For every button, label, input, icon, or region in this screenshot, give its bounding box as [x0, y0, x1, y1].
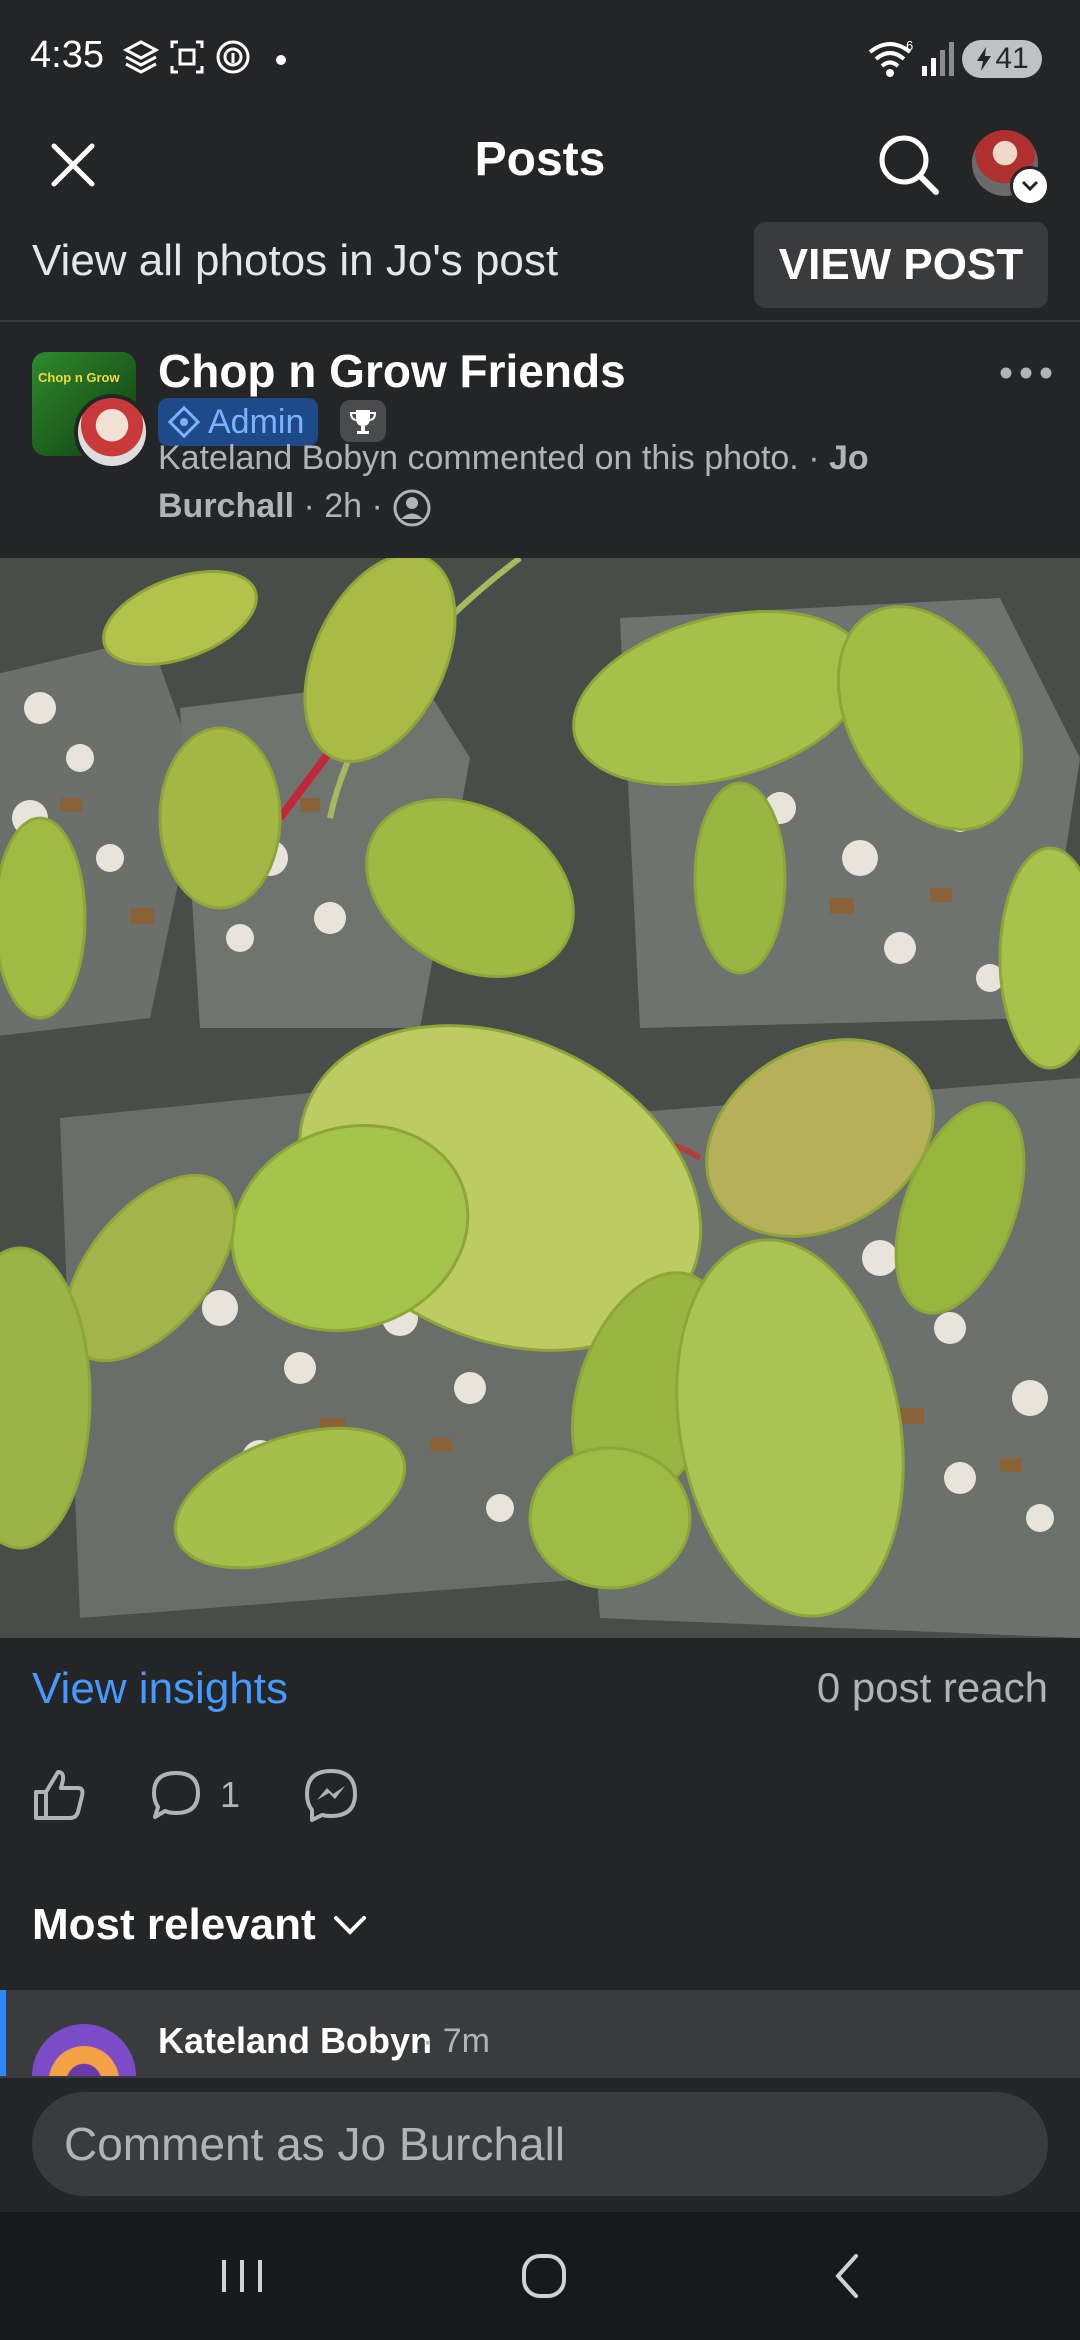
- post-photo[interactable]: [0, 558, 1080, 1638]
- group-name[interactable]: Chop n Grow Friends: [158, 344, 626, 398]
- comment-sort-dropdown[interactable]: Most relevant: [32, 1900, 368, 1950]
- plant-photo-image: [0, 558, 1080, 1638]
- back-icon: [835, 2254, 858, 2298]
- system-nav-bar: [0, 2212, 1080, 2340]
- back-button[interactable]: [816, 2246, 880, 2306]
- search-button[interactable]: [872, 128, 946, 202]
- recents-button[interactable]: [210, 2246, 274, 2306]
- post-time: · 2h ·: [294, 487, 393, 525]
- comment-highlight-bar: [0, 1990, 6, 2076]
- chevron-down-icon: [1021, 180, 1039, 192]
- comment-count: 1: [220, 1774, 241, 1815]
- battery-indicator: 41: [962, 40, 1042, 78]
- commenter-name[interactable]: Kateland Bobyn: [158, 2020, 432, 2062]
- view-post-button[interactable]: VIEW POST: [754, 222, 1048, 308]
- charging-icon: [977, 47, 992, 71]
- view-insights-link[interactable]: View insights: [32, 1664, 288, 1714]
- signal-icon: [922, 42, 954, 76]
- commenter-avatar[interactable]: [32, 2024, 136, 2076]
- battery-level: 41: [995, 42, 1029, 75]
- activity-text: Kateland Bobyn commented on this photo. …: [158, 439, 829, 477]
- stack-icon: [122, 40, 160, 74]
- svg-text:6: 6: [906, 38, 913, 53]
- privacy-members-icon[interactable]: [392, 488, 432, 528]
- comment-icon: [152, 1771, 200, 1819]
- comment-input[interactable]: [32, 2092, 1048, 2196]
- wifi-icon: 6: [868, 38, 913, 77]
- thumbs-up-icon: [34, 1770, 85, 1820]
- comment-item[interactable]: Kateland Bobyn · 7m: [0, 1990, 1080, 2076]
- search-icon: [879, 135, 939, 195]
- chevron-down-icon: [333, 1916, 366, 1935]
- author-avatar[interactable]: [74, 394, 150, 470]
- trophy-icon: [349, 410, 377, 434]
- comment-time: · 7m: [422, 2022, 490, 2060]
- nfc-icon: [216, 40, 250, 74]
- recents-icon: [222, 2260, 262, 2292]
- home-button[interactable]: [512, 2246, 576, 2306]
- comment-button[interactable]: 1: [148, 1766, 260, 1824]
- home-icon: [522, 2254, 566, 2298]
- screenshot-icon: [170, 40, 204, 74]
- divider: [0, 320, 1080, 322]
- dot-icon: [276, 55, 286, 65]
- like-button[interactable]: [30, 1766, 88, 1824]
- more-options-button[interactable]: [996, 348, 1056, 398]
- post-reach-text: 0 post reach: [816, 1664, 1048, 1711]
- account-switch-button[interactable]: [1010, 166, 1050, 206]
- status-time: 4:35: [30, 34, 104, 76]
- comment-composer: [0, 2076, 1080, 2214]
- messenger-icon: [305, 1769, 357, 1822]
- view-all-photos-text: View all photos in Jo's post: [32, 236, 559, 285]
- send-in-messenger-button[interactable]: [302, 1766, 360, 1824]
- more-icon: [1000, 367, 1052, 379]
- sort-label: Most relevant: [32, 1900, 316, 1949]
- post-meta: Kateland Bobyn commented on this photo. …: [158, 434, 978, 530]
- group-logo-text: Chop n Grow: [38, 370, 120, 385]
- status-bar: 4:35 6 41: [0, 0, 1080, 120]
